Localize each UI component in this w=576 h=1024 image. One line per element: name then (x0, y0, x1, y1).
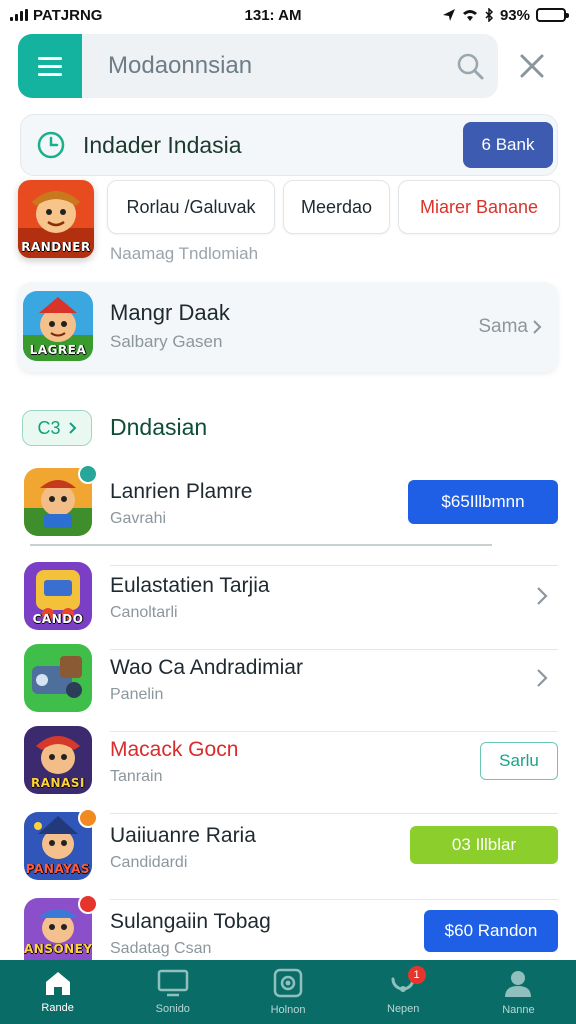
list-item[interactable]: Lanrien Plamre Gavrahi $65Illbmnn (0, 464, 576, 566)
status-time: 131: AM (244, 6, 302, 24)
status-bar: PATJRNG 131: AM 93% (0, 0, 576, 30)
search-input[interactable] (82, 52, 448, 80)
nav-label: Sonido (155, 1003, 190, 1015)
search-bar (18, 34, 498, 98)
list-item-thumb-label: RANASI (31, 776, 85, 790)
notification-badge: 1 (407, 966, 426, 984)
list-item-thumb-label: CANDO (32, 612, 84, 626)
nav-label: Rande (41, 1002, 74, 1014)
list-item-title: Macack Gocn (110, 738, 239, 761)
nav-item-profile[interactable]: Nanne (461, 960, 576, 1024)
list-item-price-button[interactable]: $60 Randon (424, 910, 558, 952)
list-item-subtitle: Candidardi (110, 854, 188, 871)
section-title: Dndasian (110, 414, 208, 440)
monitor-icon (157, 969, 189, 997)
battery-icon (536, 8, 569, 22)
list-item-subtitle: Panelin (110, 686, 164, 703)
list-item[interactable]: PANAYAS Uaiiuanre Raria Candidardi 03 Il… (0, 808, 576, 900)
chevron-right-icon[interactable] (532, 666, 552, 690)
featured-subtitle: Naamag Tndlomiah (110, 244, 259, 263)
list-item[interactable]: CANDO Eulastatien Tarjia Canoltarli (0, 562, 576, 650)
bottom-nav: Rande Sonido Holnon 1 Nepen Nanne (0, 960, 576, 1024)
list-item-title: Lanrien Plamre (110, 480, 253, 503)
game-card-subtitle: Salbary Gasen (110, 332, 223, 351)
featured-game-thumbnail[interactable]: RANDNER (18, 180, 94, 258)
nav-label: Nepen (387, 1003, 420, 1015)
game-card-action[interactable]: Sama (478, 316, 544, 338)
list-item-action-button[interactable]: Sarlu (480, 742, 558, 780)
list-item-title: Wao Ca Andradimiar (110, 656, 303, 679)
carrier-name: PATJRNG (33, 6, 103, 24)
list-item-thumbnail: CANDO (24, 562, 92, 630)
menu-button[interactable] (18, 34, 82, 98)
list-item-thumbnail (24, 644, 92, 712)
location-icon (442, 9, 455, 21)
chip-0[interactable]: Rorlau /Galuvak (107, 180, 275, 234)
camera-icon (273, 968, 303, 998)
nav-item-monitor[interactable]: Sonido (115, 960, 230, 1024)
nav-item-camera[interactable]: Holnon (230, 960, 345, 1024)
list-item-badge (78, 464, 98, 484)
search-icon[interactable] (448, 44, 492, 88)
list-item-subtitle: Gavrahi (110, 510, 167, 527)
list-divider (30, 544, 492, 546)
list-item[interactable]: Wao Ca Andradimiar Panelin (0, 644, 576, 732)
chip-1[interactable]: Meerdao (283, 180, 390, 234)
status-right: 93% (366, 6, 569, 24)
nav-item-home[interactable]: Rande (0, 960, 115, 1024)
profile-icon (505, 971, 532, 997)
chevron-right-icon (533, 320, 542, 334)
nav-label: Holnon (270, 1004, 306, 1016)
bluetooth-icon (485, 8, 494, 22)
list-item-badge (78, 808, 98, 828)
game-card-title: Mangr Daak (110, 300, 230, 325)
chevron-right-icon[interactable] (532, 584, 552, 608)
list-item-title: Sulangaiin Tobag (110, 910, 271, 933)
chevron-right-icon (68, 422, 76, 434)
nav-label: Nanne (502, 1004, 535, 1016)
status-left: PATJRNG (10, 7, 210, 24)
chip-2[interactable]: Miarer Banane (398, 180, 560, 234)
featured-header[interactable]: Indader Indasia 6 Bank (20, 114, 558, 176)
list-item-subtitle: Tanrain (110, 768, 163, 785)
list-item-thumb-label: PANAYAS (25, 862, 91, 876)
section-badge-label: C3 (37, 417, 61, 438)
game-card-action-label: Sama (478, 316, 528, 337)
featured-bank-button[interactable]: 6 Bank (463, 122, 553, 168)
list-item-price-button[interactable]: $65Illbmnn (408, 480, 558, 524)
timer-icon (35, 129, 67, 161)
list-item-thumbnail: RANASI (24, 726, 92, 794)
list-item-subtitle: Sadatag Csan (110, 940, 212, 957)
nav-item-notifications[interactable]: 1 Nepen (346, 960, 461, 1024)
card-thumb-label: LAGREA (29, 343, 87, 357)
signal-icon (10, 9, 28, 21)
featured-thumb-label: RANDNER (21, 240, 91, 254)
game-card[interactable]: LAGREA Mangr Daak Salbary Gasen Sama (18, 282, 558, 372)
wifi-icon (462, 10, 477, 21)
list-item-title: Uaiiuanre Raria (110, 824, 256, 847)
list-item-thumb-label: ANSONEY (24, 942, 92, 956)
battery-percent: 93% (499, 6, 530, 24)
featured-title: Indader Indasia (83, 131, 242, 158)
list-item[interactable]: RANASI Macack Gocn Tanrain Sarlu (0, 726, 576, 814)
list-item-title: Eulastatien Tarjia (110, 574, 270, 597)
game-card-thumbnail: LAGREA (23, 291, 93, 361)
home-icon (45, 972, 70, 995)
close-icon[interactable] (512, 46, 552, 86)
section-toggle[interactable]: C3 (22, 410, 92, 446)
list-item-price-button[interactable]: 03 Illblar (410, 826, 558, 864)
list-item-badge (78, 894, 98, 914)
list-item-subtitle: Canoltarli (110, 604, 178, 621)
